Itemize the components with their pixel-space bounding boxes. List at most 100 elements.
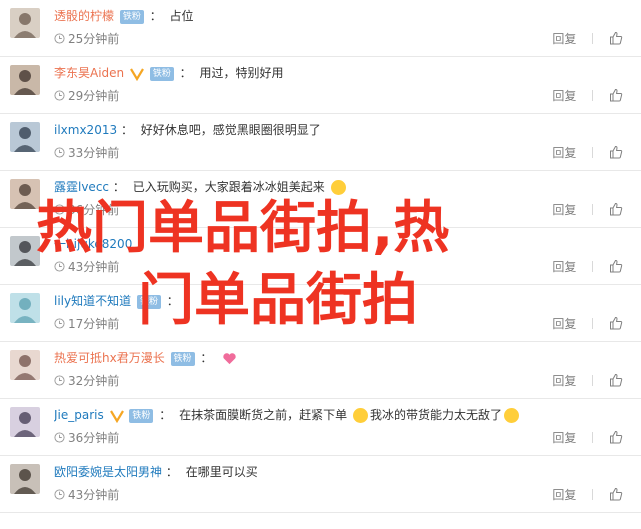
- comment-row: 李东昊Aiden 铁粉 ： 用过，特别好用 29分钟前 回复: [0, 57, 641, 114]
- username-link[interactable]: 一hijuke8200: [54, 237, 132, 251]
- comment-text: 在抹茶面膜断货之前，赶紧下单: [179, 408, 348, 422]
- like-thumb-icon[interactable]: [609, 316, 623, 330]
- comment-time: 25分钟前: [54, 31, 119, 47]
- avatar[interactable]: [10, 122, 40, 152]
- comment-row: ilxmx2013 ： 好好休息吧，感觉黑眼圈很明显了 33分钟前 回复: [0, 114, 641, 171]
- comment-line: 热爱可抵hx君万漫长 铁粉 ：: [54, 348, 621, 368]
- clock-icon: [54, 32, 65, 44]
- action-divider: [592, 33, 594, 44]
- clock-icon: [54, 317, 65, 329]
- clock-icon: [54, 203, 65, 215]
- reply-button[interactable]: 回复: [552, 31, 576, 47]
- comment-actions: 回复: [552, 259, 623, 275]
- fan-badge: 铁粉: [136, 294, 161, 309]
- username-link[interactable]: 热爱可抵hx君万漫长: [54, 351, 165, 365]
- like-thumb-icon[interactable]: [609, 430, 623, 444]
- avatar[interactable]: [10, 464, 40, 494]
- fan-badge: 铁粉: [170, 351, 195, 366]
- comment-text: 已入玩购买，大家跟着冰冰姐美起来: [132, 180, 325, 194]
- like-thumb-icon[interactable]: [609, 487, 623, 501]
- clock-icon: [54, 488, 65, 500]
- action-divider: [592, 375, 594, 386]
- avatar[interactable]: [10, 65, 40, 95]
- avatar[interactable]: [10, 293, 40, 323]
- fan-badge: 铁粉: [119, 9, 144, 24]
- clock-icon: [54, 146, 65, 158]
- action-divider: [592, 147, 594, 158]
- reply-button[interactable]: 回复: [552, 487, 576, 503]
- reply-button[interactable]: 回复: [552, 88, 576, 104]
- comment-row: 热爱可抵hx君万漫长 铁粉 ： 32分钟前 回复: [0, 342, 641, 399]
- comment-time: 36分钟前: [54, 430, 119, 446]
- smile-emoji-icon: [503, 408, 519, 423]
- username-link[interactable]: 李东昊Aiden: [54, 66, 124, 80]
- comment-line: 李东昊Aiden 铁粉 ： 用过，特别好用: [54, 66, 284, 81]
- action-divider: [592, 489, 594, 500]
- reply-button[interactable]: 回复: [552, 316, 576, 332]
- fan-badge: 铁粉: [129, 408, 154, 423]
- fan-badge: 铁粉: [149, 66, 174, 81]
- comment-text: 好好休息吧，感觉黑眼圈很明显了: [140, 123, 321, 137]
- comment-line: lily知道不知道 铁粉 ：: [54, 294, 179, 309]
- comment-line: 露霆lvecc ： 已入玩购买，大家跟着冰冰姐美起来: [54, 177, 621, 197]
- verified-icon: [130, 67, 144, 81]
- verified-icon: [109, 409, 124, 423]
- action-divider: [592, 318, 594, 329]
- avatar[interactable]: [10, 8, 40, 38]
- comment-line: Jie_paris 铁粉 ： 在抹茶面膜断货之前，赶紧下单 我冰的带货能力太无敌…: [54, 405, 621, 425]
- username-link[interactable]: 欧阳委婉是太阳男神: [54, 465, 162, 479]
- comment-text: 占位: [169, 9, 194, 23]
- comment-line: 透骰的柠檬 铁粉 ： 占位: [54, 9, 194, 24]
- comment-actions: 回复: [552, 31, 623, 47]
- comment-row: 透骰的柠檬 铁粉 ： 占位 25分钟前 回复: [0, 0, 641, 57]
- username-link[interactable]: 露霆lvecc: [54, 180, 109, 194]
- comment-actions: 回复: [552, 316, 623, 332]
- avatar[interactable]: [10, 236, 40, 266]
- avatar[interactable]: [10, 350, 40, 380]
- reply-button[interactable]: 回复: [552, 373, 576, 389]
- action-divider: [592, 90, 594, 101]
- username-link[interactable]: 透骰的柠檬: [54, 9, 114, 23]
- reply-button[interactable]: 回复: [552, 145, 576, 161]
- like-thumb-icon[interactable]: [609, 259, 623, 273]
- like-thumb-icon[interactable]: [609, 202, 623, 216]
- like-thumb-icon[interactable]: [609, 145, 623, 159]
- avatar[interactable]: [10, 179, 40, 209]
- action-divider: [592, 261, 594, 272]
- cat-emoji-icon: [352, 408, 368, 423]
- clock-icon: [54, 260, 65, 272]
- comment-row: Jie_paris 铁粉 ： 在抹茶面膜断货之前，赶紧下单 我冰的带货能力太无敌…: [0, 399, 641, 456]
- reply-button[interactable]: 回复: [552, 202, 576, 218]
- like-thumb-icon[interactable]: [609, 88, 623, 102]
- avatar[interactable]: [10, 407, 40, 437]
- reply-button[interactable]: 回复: [552, 259, 576, 275]
- comment-row: 一hijuke8200 ： 43分钟前 回复: [0, 228, 641, 285]
- username-link[interactable]: ilxmx2013: [54, 123, 117, 137]
- comment-time: 43分钟前: [54, 259, 119, 275]
- comment-actions: 回复: [552, 487, 623, 503]
- comment-list: 透骰的柠檬 铁粉 ： 占位 25分钟前 回复 李东昊Aiden 铁粉 ： 用过，…: [0, 0, 641, 529]
- comment-text-2: 我冰的带货能力太无敌了: [369, 408, 502, 422]
- clock-icon: [54, 431, 65, 443]
- comment-actions: 回复: [552, 430, 623, 446]
- username-link[interactable]: Jie_paris: [54, 408, 104, 422]
- comment-time: 32分钟前: [54, 373, 119, 389]
- username-link[interactable]: lily知道不知道: [54, 294, 131, 308]
- comment-text: 在哪里可以买: [185, 465, 258, 479]
- comment-actions: 回复: [552, 88, 623, 104]
- comment-time: 29分钟前: [54, 88, 119, 104]
- comment-text: 用过，特别好用: [199, 66, 284, 80]
- comment-time: 43分钟前: [54, 487, 119, 503]
- action-divider: [592, 204, 594, 215]
- comment-actions: 回复: [552, 145, 623, 161]
- comment-line: 欧阳委婉是太阳男神 ： 在哪里可以买: [54, 465, 258, 479]
- clock-icon: [54, 374, 65, 386]
- like-thumb-icon[interactable]: [609, 373, 623, 387]
- clock-icon: [54, 89, 65, 101]
- action-divider: [592, 432, 594, 443]
- like-thumb-icon[interactable]: [609, 31, 623, 45]
- reply-button[interactable]: 回复: [552, 430, 576, 446]
- comment-line: ilxmx2013 ： 好好休息吧，感觉黑眼圈很明显了: [54, 123, 321, 137]
- comment-time: 33分钟前: [54, 145, 119, 161]
- comment-line: 一hijuke8200 ：: [54, 237, 149, 251]
